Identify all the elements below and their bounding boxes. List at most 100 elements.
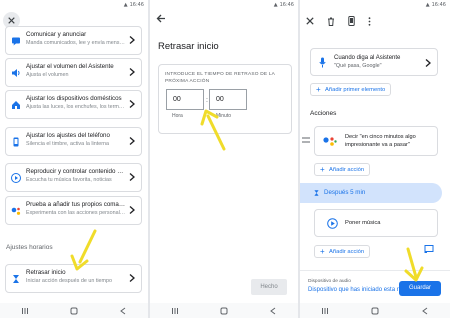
chat-icon — [12, 37, 20, 46]
status-time: 16:46 — [129, 2, 144, 8]
action-text: Decir "en cinco minutos algo impresionan… — [345, 134, 416, 148]
timer-card-delay-start[interactable]: Retrasar inicio Iniciar acción después d… — [5, 264, 142, 293]
add-starter-button[interactable]: + Añadir primer elemento — [310, 83, 392, 96]
action-category-card[interactable]: Reproducir y controlar contenido multime… — [5, 163, 142, 192]
signal-icon: ▲ — [273, 2, 278, 8]
back-arrow-icon[interactable] — [156, 14, 166, 23]
signal-icon: ▲ — [425, 2, 430, 8]
chevron-right-icon — [129, 100, 135, 108]
action-category-card[interactable]: Ajustar el volumen del Asistente Ajusta e… — [5, 58, 142, 87]
volume-icon — [12, 69, 20, 77]
play-icon — [11, 173, 21, 183]
card-subtitle: Ajusta las luces, los enchufes, los term… — [26, 104, 126, 110]
plus-icon: + — [320, 247, 325, 256]
system-nav-bar — [300, 303, 450, 318]
action-category-card[interactable]: Comunicar y anunciar Manda comunicados, l… — [5, 26, 142, 55]
section-label-time: Ajustes horarios — [6, 244, 53, 251]
status-time: 16:46 — [279, 2, 294, 8]
routine-actions-panel: ▲ 16:46 Comunicar y anunciar Manda comuni… — [0, 0, 148, 318]
home-icon — [12, 101, 20, 109]
status-bar: ▲ 16:46 — [426, 2, 446, 8]
card-subtitle: Escucha tu música favorita, noticias — [26, 177, 112, 183]
home-button-icon[interactable] — [70, 307, 78, 315]
editor-toolbar — [306, 16, 371, 26]
chevron-right-icon — [129, 36, 135, 44]
music-action-text: Poner música — [345, 220, 381, 226]
card-title: Ajustar los dispositivos domésticos — [26, 95, 122, 102]
starter-card[interactable]: Cuando diga al Asistente "Qué pasa, Goog… — [310, 48, 438, 76]
card-title: Comunicar y anunciar — [26, 31, 87, 38]
chevron-right-icon — [129, 206, 135, 214]
delay-caption: INTRODUCE EL TIEMPO DE RETRASO DE LA PRÓ… — [165, 72, 275, 84]
status-bar: ▲ 16:46 — [274, 2, 294, 8]
minutes-label: Minuto — [216, 113, 232, 119]
system-nav-bar — [0, 303, 148, 318]
status-bar: ▲ 16:46 — [124, 2, 144, 8]
routine-editor-panel: ▲ 16:46 Cuando diga al Asistente "Qué pa… — [300, 0, 450, 318]
card-title: Ajustar los ajustes del teléfono — [26, 132, 110, 139]
hours-field[interactable]: 00 — [166, 89, 204, 110]
recents-icon[interactable] — [21, 307, 29, 315]
plus-icon: + — [320, 165, 325, 174]
audio-device-footer: Dispositivo de audio Dispositivo que has… — [300, 270, 450, 303]
status-time: 16:46 — [431, 2, 446, 8]
back-nav-icon[interactable] — [269, 307, 277, 315]
chevron-right-icon — [129, 173, 135, 181]
starter-line1: Cuando diga al Asistente — [334, 55, 401, 61]
card-subtitle: Silencia el timbre, activa la linterna — [26, 141, 109, 147]
card-title: Reproducir y controlar contenido multime… — [26, 168, 126, 175]
card-title: Prueba a añadir tus propios comandos — [26, 201, 126, 208]
plus-icon: + — [316, 85, 321, 94]
action-category-card[interactable]: Ajustar los dispositivos domésticos Ajust… — [5, 90, 142, 119]
phone-icon[interactable] — [348, 16, 355, 26]
back-nav-icon[interactable] — [119, 307, 127, 315]
add-action-button-1[interactable]: + Añadir acción — [314, 163, 371, 176]
add-starter-label: Añadir primer elemento — [325, 87, 386, 93]
hours-label: Hora — [172, 113, 183, 119]
delay-step[interactable]: Después 5 min — [300, 183, 442, 203]
add-action-label: Añadir acción — [329, 167, 365, 173]
action-category-card[interactable]: Prueba a añadir tus propios comandos Expe… — [5, 196, 142, 225]
home-button-icon[interactable] — [220, 307, 228, 315]
card-title: Ajustar el volumen del Asistente — [26, 63, 114, 70]
audio-device-value[interactable]: Dispositivo que has iniciado esta rutina — [308, 287, 412, 293]
phone-icon — [13, 137, 19, 147]
delay-step-label: Después 5 min — [324, 189, 366, 196]
home-button-icon[interactable] — [371, 307, 379, 315]
play-icon — [327, 218, 338, 229]
recents-icon[interactable] — [321, 307, 329, 315]
delete-icon[interactable] — [327, 17, 335, 26]
cast-icon[interactable] — [424, 245, 434, 253]
chevron-right-icon — [129, 137, 135, 145]
microphone-icon — [319, 57, 326, 68]
delay-input-box: INTRODUCE EL TIEMPO DE RETRASO DE LA PRÓ… — [158, 64, 292, 134]
done-button[interactable]: Hecho — [251, 279, 287, 295]
back-nav-icon[interactable] — [421, 307, 429, 315]
minutes-field[interactable]: 00 — [209, 89, 247, 110]
action-category-card[interactable]: Ajustar los ajustes del teléfono Silencia… — [5, 127, 142, 156]
chevron-right-icon — [129, 68, 135, 76]
more-options-icon[interactable] — [368, 16, 371, 26]
starter-line2: "Qué pasa, Google" — [334, 63, 382, 69]
hourglass-icon — [13, 275, 19, 283]
action-card-say[interactable]: Decir "en cinco minutos algo impresionan… — [314, 126, 438, 156]
chevron-right-icon — [425, 59, 431, 67]
card-subtitle: Iniciar acción después de un tiempo — [26, 278, 113, 284]
action-card-music[interactable]: Poner música — [314, 209, 438, 237]
card-subtitle: Experimenta con las acciones personaliza… — [26, 210, 126, 216]
card-subtitle: Manda comunicados, lee y envía mensajes — [26, 40, 126, 46]
close-icon — [8, 17, 15, 24]
save-button[interactable]: Guardar — [399, 281, 441, 296]
system-nav-bar — [150, 303, 298, 318]
hourglass-icon — [314, 190, 319, 196]
chevron-right-icon — [129, 274, 135, 282]
close-icon[interactable] — [306, 17, 314, 25]
page-title: Retrasar inicio — [158, 41, 219, 52]
drag-handle-icon[interactable] — [302, 137, 310, 143]
delay-start-panel: ▲ 16:46 Retrasar inicio INTRODUCE EL TIE… — [150, 0, 298, 318]
signal-icon: ▲ — [123, 2, 128, 8]
card-title: Retrasar inicio — [26, 269, 66, 276]
assistant-icon — [323, 137, 337, 146]
recents-icon[interactable] — [171, 307, 179, 315]
add-action-button-2[interactable]: + Añadir acción — [314, 245, 371, 258]
